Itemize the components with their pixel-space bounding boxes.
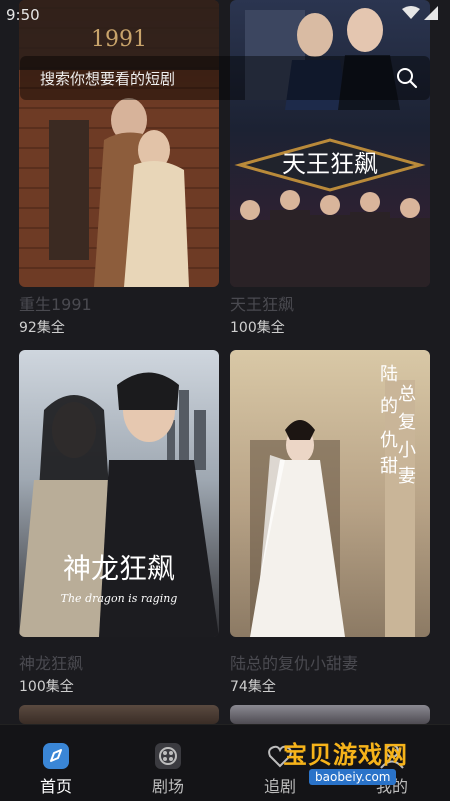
watermark-text: 宝贝游戏网: [283, 741, 408, 769]
poster-title-text: 神龙狂飙: [63, 552, 175, 585]
drama-grid: 1991 重生1991 92集全 天王狂飙 天王狂飙 100集全 神龙狂飙 Th…: [0, 0, 450, 724]
drama-episodes: 100集全: [230, 320, 285, 336]
svg-text:陆: 陆: [380, 364, 398, 385]
poster-title-text: 天王狂飙: [282, 150, 378, 178]
home-icon: [43, 743, 69, 769]
drama-poster[interactable]: 陆总的 复仇小 甜妻: [230, 350, 430, 637]
tab-home[interactable]: 首页: [0, 725, 112, 801]
drama-episodes: 92集全: [19, 320, 65, 336]
poster-title-text: 1991: [91, 27, 147, 52]
poster-artwork: 1991: [19, 0, 219, 287]
watermark-logo: 宝贝游戏网 baobeiy.com: [283, 735, 438, 793]
svg-text:的: 的: [380, 396, 398, 417]
tab-label: 剧场: [151, 777, 184, 796]
drama-poster[interactable]: 天王狂飙: [230, 0, 430, 287]
svg-text:复: 复: [398, 412, 416, 433]
svg-text:小: 小: [398, 440, 416, 461]
drama-poster[interactable]: [230, 705, 430, 724]
film-reel-icon: [155, 743, 181, 769]
svg-text:仇: 仇: [380, 430, 398, 451]
drama-episodes: 74集全: [230, 679, 276, 695]
poster-artwork: 天王狂飙: [230, 8, 430, 287]
svg-text:总: 总: [398, 384, 416, 405]
poster-artwork: 神龙狂飙 The dragon is raging: [19, 372, 219, 637]
drama-title[interactable]: 陆总的复仇小甜妻: [230, 650, 358, 674]
watermark-url: baobeiy.com: [309, 769, 397, 785]
drama-poster[interactable]: 1991: [19, 0, 219, 287]
drama-title[interactable]: 神龙狂飙: [19, 650, 83, 674]
status-icons: [401, 6, 438, 24]
search-input[interactable]: 搜索你想要看的短剧: [40, 68, 175, 89]
wifi-icon: [401, 6, 420, 19]
tab-theater[interactable]: 剧场: [112, 725, 224, 801]
drama-poster[interactable]: 神龙狂飙 The dragon is raging: [19, 350, 219, 637]
poster-artwork: 陆总的 复仇小 甜妻: [250, 364, 416, 637]
drama-title[interactable]: 天王狂飙: [230, 291, 294, 315]
drama-title[interactable]: 重生1991: [19, 291, 92, 315]
poster-subtitle-text: The dragon is raging: [61, 592, 178, 605]
drama-poster[interactable]: [19, 705, 219, 724]
svg-text:甜: 甜: [380, 456, 398, 477]
signal-icon: [424, 6, 438, 20]
status-time: 9:50: [6, 6, 40, 24]
tab-label: 首页: [39, 777, 72, 796]
drama-episodes: 100集全: [19, 679, 74, 695]
search-bar[interactable]: 搜索你想要看的短剧: [20, 56, 430, 100]
status-bar: 9:50: [0, 0, 450, 30]
svg-text:妻: 妻: [398, 466, 416, 487]
search-icon[interactable]: [396, 67, 418, 89]
